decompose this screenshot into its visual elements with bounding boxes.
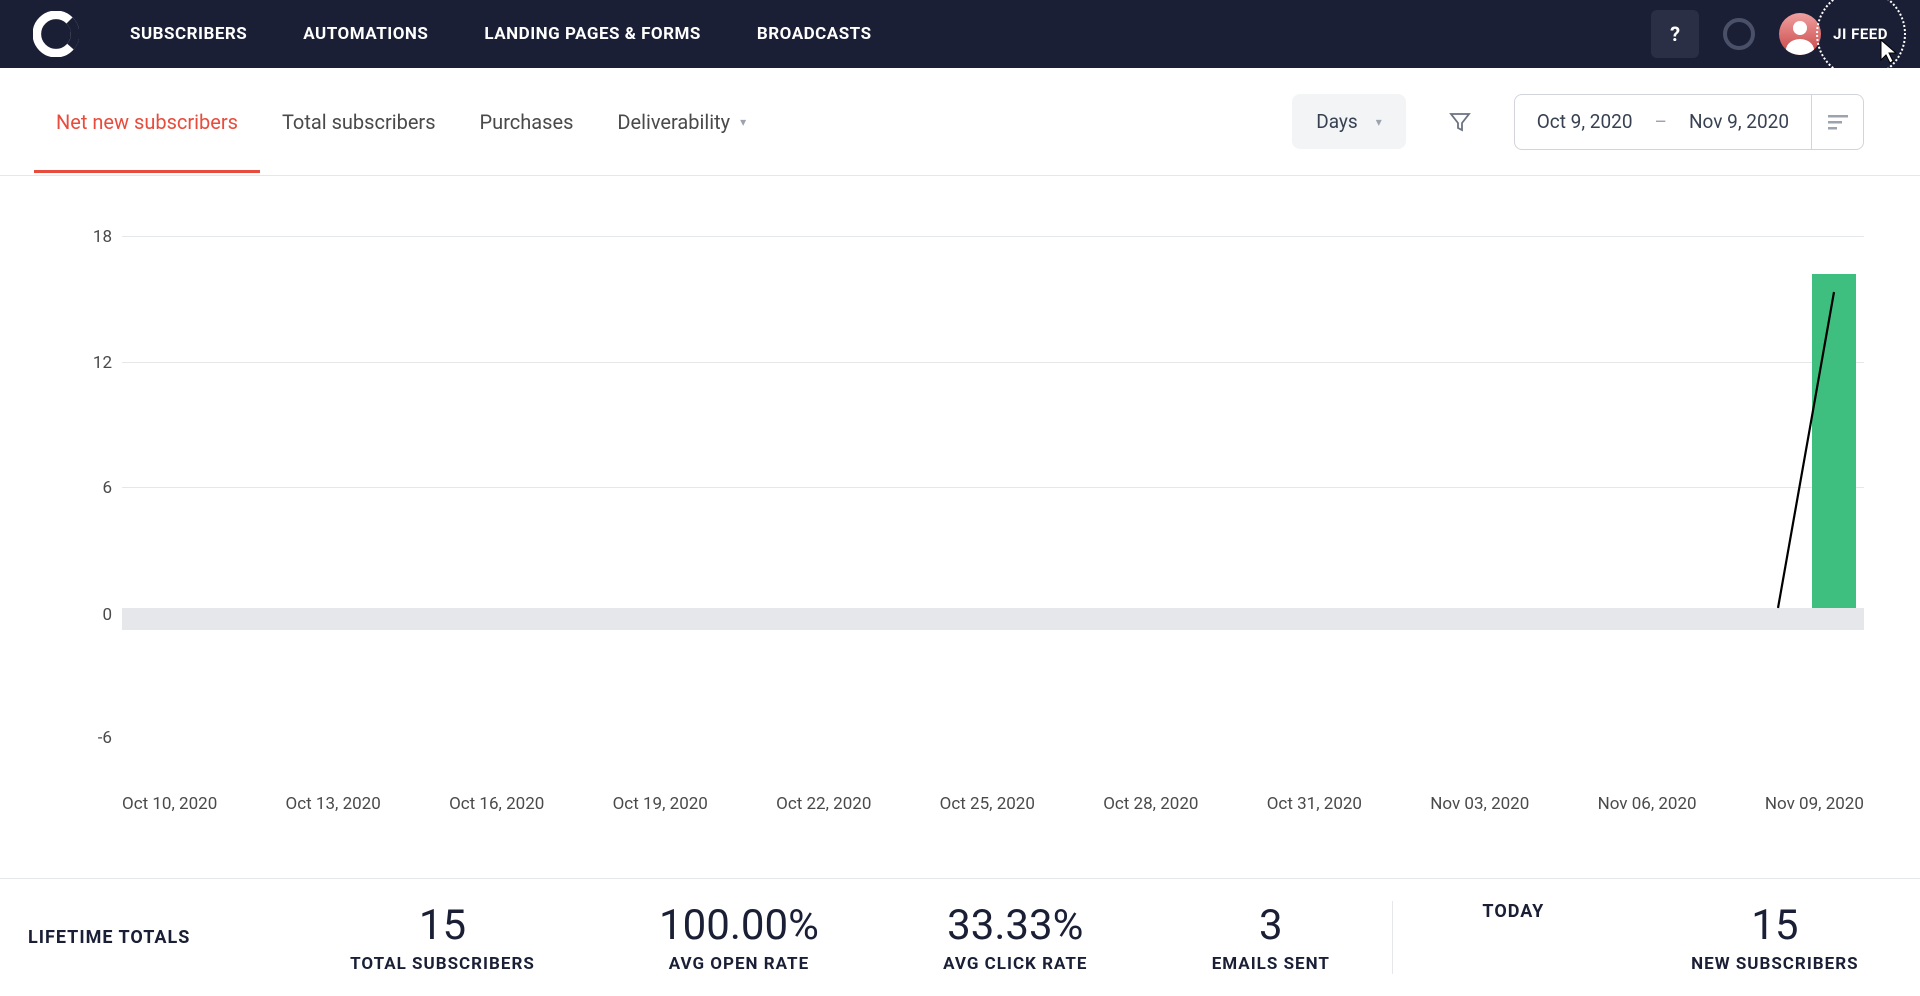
x-tick: Oct 19, 2020 [613, 794, 708, 814]
tab-net-new-subscribers[interactable]: Net new subscribers [56, 72, 238, 172]
lifetime-stats: 15 TOTAL SUBSCRIBERS 100.00% AVG OPEN RA… [288, 901, 1392, 974]
stat-value: 15 [1691, 901, 1858, 950]
stat-avg-click-rate: 33.33% AVG CLICK RATE [943, 901, 1087, 974]
x-tick: Oct 25, 2020 [940, 794, 1035, 814]
x-tick: Oct 22, 2020 [776, 794, 871, 814]
bars-icon [1827, 113, 1849, 131]
sub-nav: Net new subscribers Total subscribers Pu… [0, 68, 1920, 176]
today-stats: TODAY 15 NEW SUBSCRIBERS [1392, 901, 1892, 974]
stats-bar: LIFETIME TOTALS 15 TOTAL SUBSCRIBERS 100… [0, 878, 1920, 996]
lifetime-totals-label: LIFETIME TOTALS [28, 927, 288, 948]
y-tick: 18 [76, 227, 112, 247]
x-axis: Oct 10, 2020 Oct 13, 2020 Oct 16, 2020 O… [122, 794, 1864, 814]
stat-label: AVG CLICK RATE [943, 954, 1087, 974]
x-tick: Oct 28, 2020 [1103, 794, 1198, 814]
x-tick: Nov 09, 2020 [1765, 794, 1864, 814]
help-button[interactable]: ? [1651, 10, 1699, 58]
stat-value: 100.00% [659, 901, 819, 950]
toolbar-controls: Days ▾ Oct 9, 2020 – Nov 9, 2020 [1292, 94, 1864, 150]
x-tick: Nov 06, 2020 [1598, 794, 1697, 814]
stat-label: TOTAL SUBSCRIBERS [350, 954, 535, 974]
stat-value: 33.33% [943, 901, 1087, 950]
chevron-down-icon: ▾ [1376, 115, 1382, 129]
gridline: 6 [122, 487, 1864, 488]
stat-value: 3 [1212, 901, 1330, 950]
bar-track [122, 608, 1864, 630]
chart-canvas: 18 12 6 0 -6 [122, 236, 1864, 738]
chart-area: 18 12 6 0 -6 Oct 10, 2020 Oct 13, 2020 O… [0, 176, 1920, 876]
line-segment [1778, 292, 1834, 608]
chevron-down-icon: ▾ [740, 115, 746, 129]
nav-subscribers[interactable]: SUBSCRIBERS [130, 24, 247, 44]
tab-total-subscribers[interactable]: Total subscribers [282, 72, 436, 172]
filter-button[interactable] [1436, 94, 1484, 150]
gridline: 18 [122, 236, 1864, 237]
y-tick: 12 [76, 353, 112, 373]
days-dropdown[interactable]: Days ▾ [1292, 94, 1406, 149]
date-end: Nov 9, 2020 [1667, 110, 1811, 133]
x-tick: Oct 13, 2020 [286, 794, 381, 814]
tab-deliverability-label: Deliverability [617, 110, 730, 134]
y-tick: 6 [76, 478, 112, 498]
avatar-icon [1779, 13, 1821, 55]
stat-label: EMAILS SENT [1212, 954, 1330, 974]
date-start: Oct 9, 2020 [1515, 110, 1655, 133]
nav-automations[interactable]: AUTOMATIONS [303, 24, 428, 44]
top-nav: SUBSCRIBERS AUTOMATIONS LANDING PAGES & … [0, 0, 1920, 68]
today-label: TODAY [1482, 901, 1544, 974]
x-tick: Oct 16, 2020 [449, 794, 544, 814]
y-tick: -6 [76, 728, 112, 748]
gridline: 12 [122, 362, 1864, 363]
tab-purchases[interactable]: Purchases [480, 72, 574, 172]
tab-deliverability[interactable]: Deliverability ▾ [617, 72, 746, 172]
stat-new-subscribers: 15 NEW SUBSCRIBERS [1691, 901, 1858, 974]
date-range-picker[interactable]: Oct 9, 2020 – Nov 9, 2020 [1514, 94, 1864, 150]
logo-icon [33, 11, 79, 57]
nav-broadcasts[interactable]: BROADCASTS [757, 24, 872, 44]
nav-landing-pages-forms[interactable]: LANDING PAGES & FORMS [484, 24, 701, 44]
stat-avg-open-rate: 100.00% AVG OPEN RATE [659, 901, 819, 974]
stat-label: NEW SUBSCRIBERS [1691, 954, 1858, 974]
app-logo[interactable] [32, 10, 80, 58]
nav-links: SUBSCRIBERS AUTOMATIONS LANDING PAGES & … [130, 24, 1651, 44]
x-tick: Oct 10, 2020 [122, 794, 217, 814]
date-separator: – [1655, 110, 1667, 133]
x-tick: Nov 03, 2020 [1430, 794, 1529, 814]
nav-right: ? JI FEED [1651, 10, 1888, 58]
stat-label: AVG OPEN RATE [659, 954, 819, 974]
days-label: Days [1316, 110, 1357, 133]
filter-icon [1449, 111, 1471, 133]
feed-label: JI FEED [1833, 25, 1888, 43]
stat-total-subscribers: 15 TOTAL SUBSCRIBERS [350, 901, 535, 974]
sort-button[interactable] [1811, 95, 1863, 149]
user-menu[interactable]: JI FEED [1779, 13, 1888, 55]
stat-emails-sent: 3 EMAILS SENT [1212, 901, 1330, 974]
x-tick: Oct 31, 2020 [1267, 794, 1362, 814]
loading-icon [1723, 18, 1755, 50]
stat-value: 15 [350, 901, 535, 950]
tabs: Net new subscribers Total subscribers Pu… [56, 72, 1292, 172]
y-tick: 0 [76, 605, 112, 625]
